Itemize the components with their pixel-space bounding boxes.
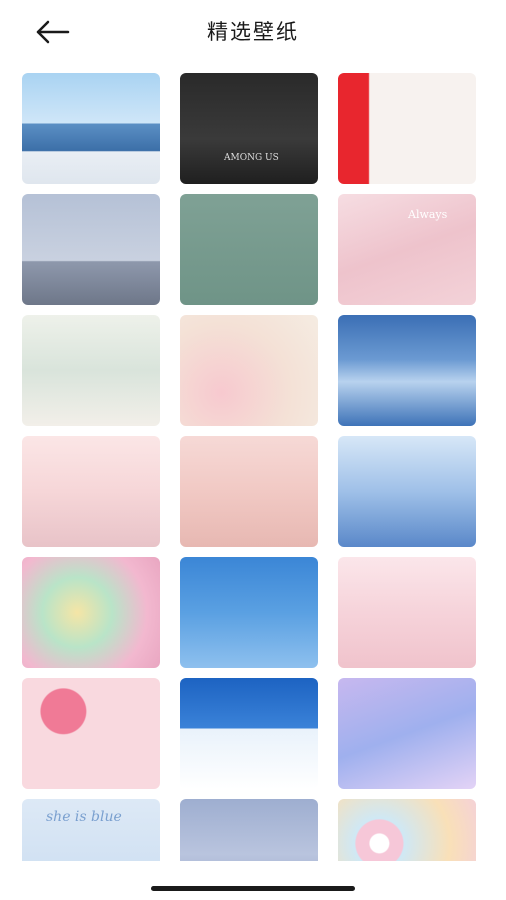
wallpaper-cherry-blossom[interactable]: Always bbox=[338, 194, 476, 305]
wallpaper-grid: AMONG US Always she is blue bbox=[22, 73, 478, 861]
wallpaper-blue-calendar[interactable] bbox=[180, 678, 318, 789]
wallpaper-she-is-blue[interactable]: she is blue bbox=[22, 799, 160, 861]
wallpaper-among-us[interactable]: AMONG US bbox=[180, 73, 318, 184]
wallpaper-label: she is blue bbox=[46, 809, 122, 825]
wallpaper-legs-red[interactable] bbox=[338, 73, 476, 184]
wallpaper-label: AMONG US bbox=[224, 153, 279, 163]
wallpaper-watermelon[interactable] bbox=[22, 678, 160, 789]
wallpaper-couple-pink[interactable] bbox=[338, 557, 476, 668]
home-indicator[interactable] bbox=[151, 886, 355, 891]
wallpaper-marshmallows[interactable] bbox=[22, 557, 160, 668]
wallpaper-jellyfish[interactable] bbox=[338, 678, 476, 789]
wallpaper-blue-clouds[interactable] bbox=[338, 315, 476, 426]
wallpaper-donuts[interactable] bbox=[338, 799, 476, 861]
wallpaper-couple-blue[interactable] bbox=[338, 436, 476, 547]
wallpaper-manga-girl[interactable] bbox=[180, 436, 318, 547]
wallpaper-cloud-blue[interactable] bbox=[180, 557, 318, 668]
wallpaper-boy-sky[interactable] bbox=[22, 194, 160, 305]
header: 精选壁纸 bbox=[0, 0, 506, 64]
wallpaper-shoes-green[interactable] bbox=[180, 194, 318, 305]
wallpaper-dragon-girl[interactable] bbox=[22, 315, 160, 426]
wallpaper-water-ripple[interactable] bbox=[180, 799, 318, 861]
wallpaper-label: Always bbox=[408, 208, 448, 221]
wallpaper-pink-castle[interactable] bbox=[22, 436, 160, 547]
wallpaper-ferris-wheel[interactable] bbox=[180, 315, 318, 426]
page-title: 精选壁纸 bbox=[207, 20, 299, 44]
wallpaper-girls-seaside[interactable] bbox=[22, 73, 160, 184]
